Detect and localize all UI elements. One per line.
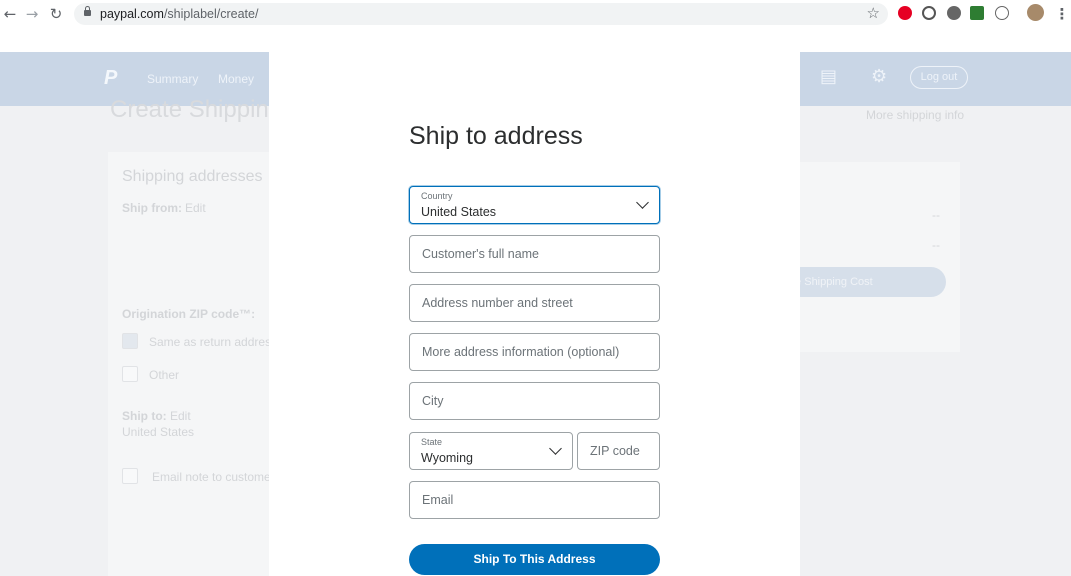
ship-to-value: United States <box>122 425 195 439</box>
shipping-addresses-heading: Shipping addresses <box>122 168 263 185</box>
ship-to-address-modal: Ship to address Country United States Cu… <box>269 52 800 576</box>
other-label: Other <box>149 368 180 382</box>
ship-from-edit-link[interactable]: Edit <box>185 201 206 215</box>
nav-summary[interactable]: Summary <box>147 72 198 86</box>
messages-icon[interactable]: ▤ <box>820 66 837 87</box>
address-line1-input[interactable]: Address number and street <box>409 284 660 322</box>
chevron-down-icon <box>636 196 649 209</box>
origination-zip-label: Origination ZIP code™: <box>122 307 256 321</box>
address-bar[interactable]: paypal.com/shiplabel/create/ ☆ <box>74 3 888 25</box>
same-as-return-checkbox[interactable] <box>122 333 138 349</box>
country-select[interactable]: Country United States <box>409 186 660 224</box>
extension-icon[interactable] <box>947 6 961 20</box>
browser-toolbar: ← → ↻ paypal.com/shiplabel/create/ ☆ ⋮ <box>0 0 1071 28</box>
country-value: United States <box>421 205 497 219</box>
summary-value-1: -- <box>932 208 940 222</box>
email-note-checkbox[interactable] <box>122 468 138 484</box>
profile-avatar[interactable] <box>1027 4 1044 21</box>
email-placeholder: Email <box>422 493 454 507</box>
state-select[interactable]: State Wyoming <box>409 432 573 470</box>
settings-gear-icon[interactable]: ⚙ <box>871 66 887 87</box>
state-label: State <box>421 437 443 447</box>
url-path: /shiplabel/create/ <box>163 7 259 21</box>
ship-to-label: Ship to: <box>122 409 167 423</box>
url-text: paypal.com/shiplabel/create/ <box>100 6 258 22</box>
nav-money[interactable]: Money <box>218 72 254 86</box>
ship-from-label: Ship from: <box>122 201 182 215</box>
same-as-return-label: Same as return address <box>149 335 278 349</box>
summary-value-2: -- <box>932 238 940 252</box>
green-extension-icon[interactable] <box>970 6 984 20</box>
paypal-logo: P <box>104 67 118 89</box>
zip-code-input[interactable]: ZIP code <box>577 432 660 470</box>
page-title: Create Shipping <box>110 96 283 123</box>
forward-icon[interactable]: → <box>22 4 42 24</box>
full-name-placeholder: Customer's full name <box>422 247 540 261</box>
pinterest-extension-icon[interactable] <box>898 6 912 20</box>
full-name-input[interactable]: Customer's full name <box>409 235 660 273</box>
ship-to-this-address-button[interactable]: Ship To This Address <box>409 544 660 575</box>
browser-menu-icon[interactable]: ⋮ <box>1052 4 1071 24</box>
other-checkbox[interactable] <box>122 366 138 382</box>
shipping-card <box>108 152 278 576</box>
country-label: Country <box>421 191 453 201</box>
reload-icon[interactable]: ↻ <box>46 4 66 24</box>
address-line2-input[interactable]: More address information (optional) <box>409 333 660 371</box>
state-value: Wyoming <box>421 451 473 465</box>
more-shipping-info-link[interactable]: More shipping info <box>866 108 964 122</box>
back-icon[interactable]: ← <box>0 4 20 24</box>
lock-icon <box>84 6 91 16</box>
chevron-down-icon <box>549 442 562 455</box>
modal-title: Ship to address <box>409 122 583 150</box>
city-placeholder: City <box>422 394 444 408</box>
star-icon[interactable]: ☆ <box>867 4 880 22</box>
email-input[interactable]: Email <box>409 481 660 519</box>
logout-button[interactable]: Log out <box>910 66 968 89</box>
ship-to-edit-link[interactable]: Edit <box>170 409 191 423</box>
c-extension-icon[interactable] <box>995 6 1009 20</box>
summary-card <box>800 162 960 352</box>
calculate-shipping-cost-button[interactable]: te Shipping Cost <box>786 267 946 297</box>
address-line2-placeholder: More address information (optional) <box>422 345 620 359</box>
skype-extension-icon[interactable] <box>922 6 936 20</box>
zip-code-placeholder: ZIP code <box>590 444 640 458</box>
email-note-label: Email note to customer <box>152 470 275 484</box>
address-line1-placeholder: Address number and street <box>422 296 573 310</box>
url-domain: paypal.com <box>100 7 164 21</box>
city-input[interactable]: City <box>409 382 660 420</box>
